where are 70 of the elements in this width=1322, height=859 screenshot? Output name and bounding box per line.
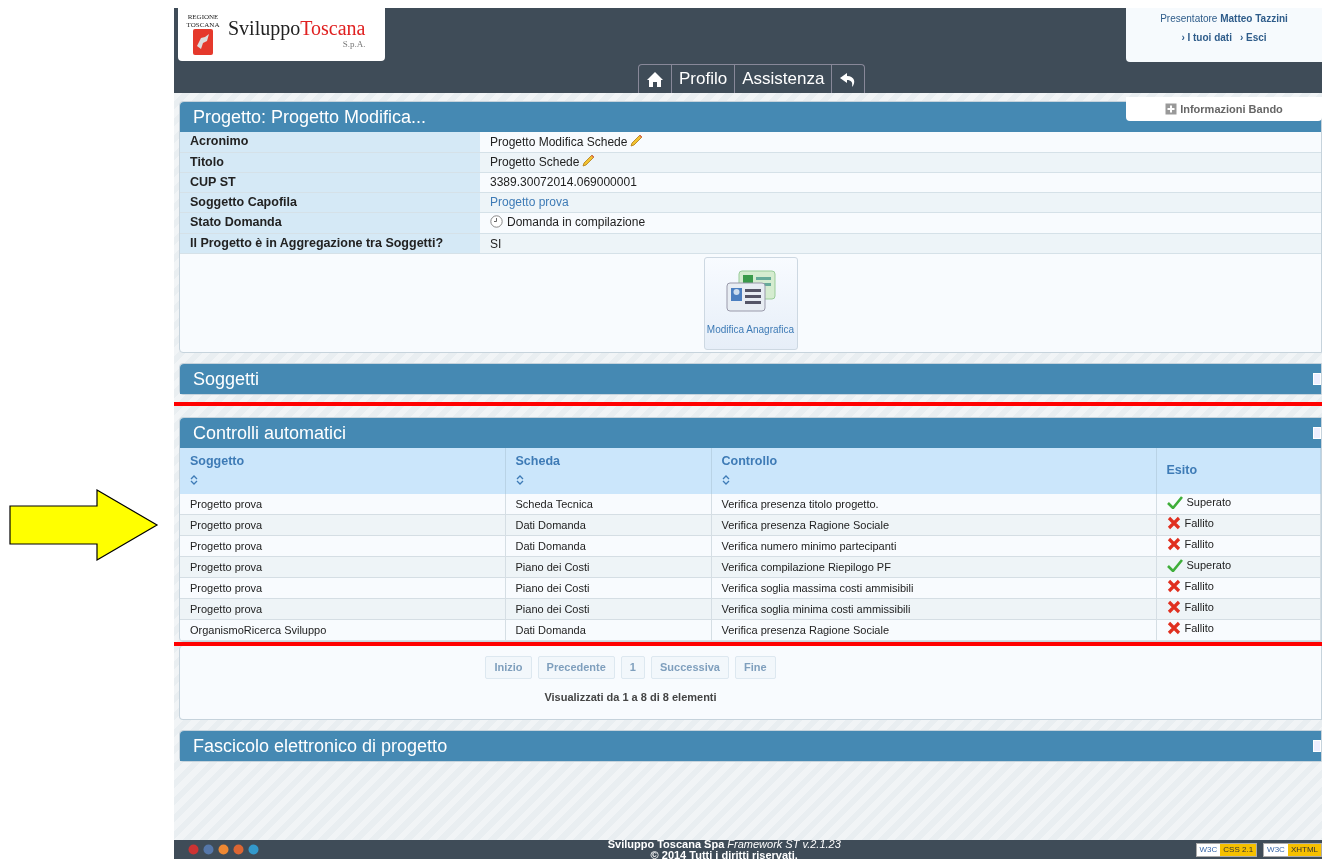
table-cell: Verifica numero minimo partecipanti	[711, 535, 1156, 557]
result-text: Fallito	[1184, 537, 1214, 553]
panel-title: Fascicolo elettronico di progetto	[193, 734, 448, 758]
table-cell: Scheda Tecnica	[505, 493, 711, 515]
user-link[interactable]: › Esci	[1239, 32, 1267, 43]
footer-credit: Sviluppo Toscana Spa Framework ST v.2.1.23	[607, 839, 841, 850]
result-text: Fallito	[1184, 516, 1214, 532]
field-value: SI	[480, 233, 1321, 254]
validator-badge[interactable]: W3C XHTML	[1263, 842, 1322, 857]
table-cell: Progetto prova	[180, 577, 505, 599]
crest-icon	[193, 29, 213, 56]
field-label: Titolo	[180, 152, 480, 172]
field-label: Acronimo	[180, 132, 480, 152]
field-value: Domanda in compilazione	[507, 213, 646, 231]
brand-name: SviluppoToscana	[228, 17, 366, 38]
user-label: Presentatore Matteo Tazzini	[1159, 12, 1289, 26]
table-cell: OrganismoRicerca Sviluppo	[180, 619, 505, 641]
table-cell: Verifica soglia massima costi ammisibili	[711, 577, 1156, 599]
table-cell: Piano dei Costi	[505, 577, 711, 599]
table-cell: Verifica presenza Ragione Sociale	[711, 514, 1156, 536]
sort-icon	[190, 475, 198, 486]
table-cell: Dati Domanda	[505, 535, 711, 557]
column-header: Esito	[1156, 448, 1321, 494]
table-cell: Verifica compilazione Riepilogo PF	[711, 556, 1156, 578]
column-header[interactable]: Controllo	[711, 448, 1156, 494]
clock-icon	[490, 215, 503, 228]
panel-title: Progetto: Progetto Modifica...	[193, 105, 427, 129]
info-button[interactable]: Informazioni Bando	[1126, 97, 1322, 121]
result-text: Superato	[1186, 558, 1232, 574]
id-cards-icon	[724, 268, 777, 315]
table-cell: Dati Domanda	[505, 514, 711, 536]
table-cell: Verifica soglia minima costi ammissibili	[711, 598, 1156, 620]
field-label: CUP ST	[180, 172, 480, 192]
pagination-info: Visualizzati da 1 a 8 di 8 elementi	[543, 689, 718, 705]
field-value: Progetto Modifica Schede	[480, 132, 1321, 152]
table-cell: Progetto prova	[180, 535, 505, 557]
pencil-icon[interactable]	[581, 154, 596, 168]
plus-icon	[1165, 103, 1178, 115]
panel-title: Soggetti	[193, 367, 260, 391]
result-text: Fallito	[1184, 600, 1214, 616]
table-cell: Verifica presenza titolo progetto.	[711, 493, 1156, 515]
copyright-text: © 2014 Tutti i diritti riservati.	[650, 849, 799, 859]
table-cell: Piano dei Costi	[505, 598, 711, 620]
field-label: Stato Domanda	[180, 212, 480, 234]
field-label: Il Progetto è in Aggregazione tra Soggetti?	[180, 233, 480, 254]
panel-title: Controlli automatici	[193, 421, 347, 445]
result-text: Fallito	[1184, 579, 1214, 595]
home-icon	[646, 70, 664, 88]
table-cell: Progetto prova	[180, 556, 505, 578]
sort-icon	[721, 475, 730, 486]
column-header[interactable]: Soggetto	[180, 448, 505, 494]
pencil-icon[interactable]	[629, 133, 644, 148]
field-value: Progetto Schede	[480, 152, 1321, 172]
field-label: Soggetto Capofila	[180, 192, 480, 212]
action-button[interactable]: Modifica Anagrafica	[703, 256, 798, 350]
column-header[interactable]: Scheda	[505, 448, 711, 494]
field-link[interactable]: Progetto prova	[490, 195, 569, 209]
result-text: Superato	[1186, 495, 1232, 511]
table-cell: Verifica presenza Ragione Sociale	[711, 619, 1156, 641]
table-cell: Piano dei Costi	[505, 556, 711, 578]
result-text: Fallito	[1184, 621, 1214, 637]
table-cell: Progetto prova	[180, 493, 505, 515]
table-cell: Progetto prova	[180, 514, 505, 536]
validator-badge[interactable]: W3C CSS 2.1	[1195, 842, 1258, 857]
company-suffix: S.p.A.	[341, 37, 366, 51]
table-cell: Dati Domanda	[505, 619, 711, 641]
field-value: 3389.30072014.069000001	[480, 172, 1321, 192]
user-link[interactable]: › I tuoi dati	[1181, 32, 1232, 43]
sort-icon	[515, 475, 524, 486]
table-cell: Progetto prova	[180, 598, 505, 620]
